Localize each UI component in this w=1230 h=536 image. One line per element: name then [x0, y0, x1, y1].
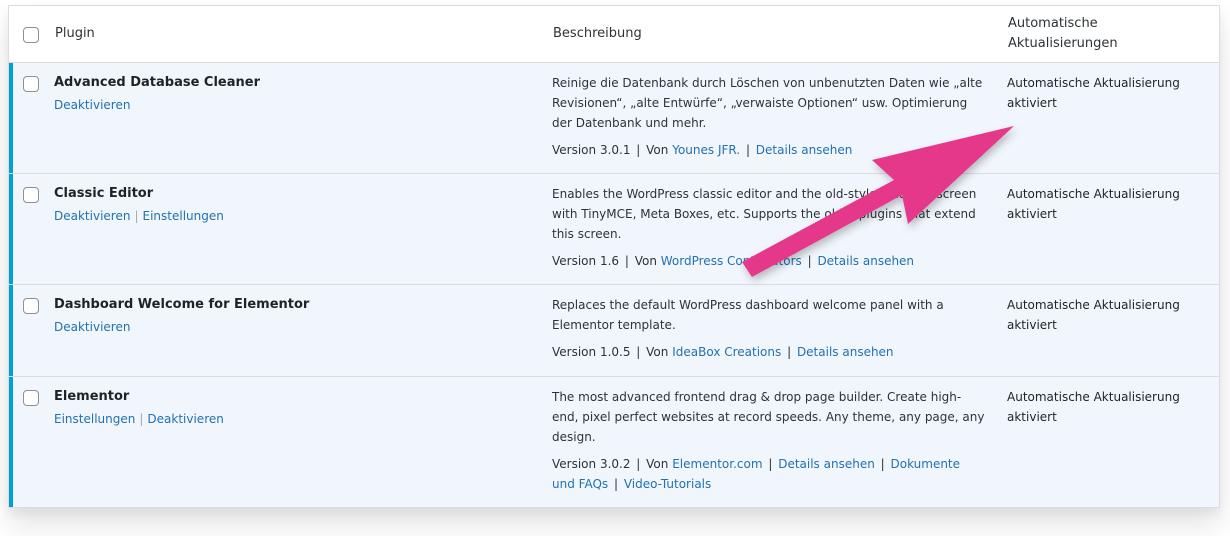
- plugin-meta: Version 3.0.1 | Von Younes JFR. | Detail…: [552, 143, 853, 157]
- plugin-meta: Version 1.6 | Von WordPress Contributors…: [552, 254, 915, 268]
- plugin-description: Reinige die Datenbank durch Löschen von …: [552, 76, 983, 130]
- select-all-checkbox[interactable]: [23, 27, 39, 43]
- plugin-description: The most advanced frontend drag & drop p…: [552, 390, 985, 444]
- plugin-name: Advanced Database Cleaner: [54, 75, 261, 90]
- row-actions: Einstellungen | Deaktivieren: [54, 409, 224, 429]
- auto-update-status-line1: Automatische Aktualisierung: [1007, 187, 1180, 201]
- auto-update-status: Automatische Aktualisierung aktiviert: [1007, 387, 1207, 427]
- details-link[interactable]: Details ansehen: [797, 345, 894, 359]
- plugin-name: Classic Editor: [54, 186, 154, 201]
- author-link[interactable]: IdeaBox Creations: [672, 345, 781, 359]
- plugin-by: Von: [646, 345, 669, 359]
- row-checkbox[interactable]: [23, 390, 39, 406]
- auto-update-status-line2: aktiviert: [1007, 410, 1057, 424]
- plugin-name: Dashboard Welcome for Elementor: [54, 297, 310, 312]
- deactivate-link[interactable]: Deaktivieren: [54, 320, 130, 334]
- action-separator: |: [139, 412, 144, 426]
- plugin-meta: Version 1.0.5 | Von IdeaBox Creations | …: [552, 345, 894, 359]
- row-checkbox[interactable]: [23, 76, 39, 92]
- plugin-description: Replaces the default WordPress dashboard…: [552, 298, 944, 332]
- plugin-version: Version 1.6: [552, 254, 620, 268]
- details-link[interactable]: Details ansehen: [756, 143, 853, 157]
- plugin-version: Version 3.0.1: [552, 143, 631, 157]
- column-header-auto-updates-line2: Aktualisierungen: [1008, 36, 1118, 51]
- row-actions: Deaktivieren | Einstellungen: [54, 206, 224, 226]
- plugin-by: Von: [646, 457, 669, 471]
- plugin-by: Von: [634, 254, 657, 268]
- author-link[interactable]: WordPress Contributors: [661, 254, 802, 268]
- table-row: Dashboard Welcome for Elementor Deaktivi…: [9, 285, 1219, 377]
- plugin-name: Elementor: [54, 389, 130, 404]
- auto-update-status: Automatische Aktualisierung aktiviert: [1007, 73, 1207, 113]
- author-link[interactable]: Elementor.com: [672, 457, 762, 471]
- row-actions: Deaktivieren: [54, 317, 130, 337]
- auto-update-status-line1: Automatische Aktualisierung: [1007, 76, 1180, 90]
- deactivate-link[interactable]: Deaktivieren: [147, 412, 223, 426]
- auto-update-status: Automatische Aktualisierung aktiviert: [1007, 184, 1207, 224]
- auto-update-status-line1: Automatische Aktualisierung: [1007, 298, 1180, 312]
- table-row: Classic Editor Deaktivieren | Einstellunge…: [9, 174, 1219, 285]
- column-header-auto-updates-line1: Automatische: [1008, 16, 1098, 31]
- plugin-description: Enables the WordPress classic editor and…: [552, 187, 977, 241]
- table-row: Advanced Database Cleaner Deaktivieren R…: [9, 63, 1219, 174]
- column-header-description: Beschreibung: [553, 26, 642, 41]
- auto-update-status-line2: aktiviert: [1007, 96, 1057, 110]
- table-header: Plugin Beschreibung Automatische Aktuali…: [9, 6, 1219, 63]
- details-link[interactable]: Details ansehen: [817, 254, 914, 268]
- auto-update-status-line1: Automatische Aktualisierung: [1007, 390, 1180, 404]
- auto-update-status-line2: aktiviert: [1007, 318, 1057, 332]
- action-separator: |: [134, 209, 139, 223]
- author-link[interactable]: Younes JFR.: [672, 143, 740, 157]
- plugin-version: Version 3.0.2: [552, 457, 631, 471]
- table-row: Elementor Einstellungen | Deaktivieren The…: [9, 377, 1219, 507]
- deactivate-link[interactable]: Deaktivieren: [54, 209, 130, 223]
- plugins-table: Plugin Beschreibung Automatische Aktuali…: [8, 5, 1220, 508]
- plugin-version: Version 1.0.5: [552, 345, 631, 359]
- plugin-meta: Version 3.0.2 | Von Elementor.com | Deta…: [552, 457, 961, 491]
- settings-link[interactable]: Einstellungen: [143, 209, 224, 223]
- details-link[interactable]: Details ansehen: [778, 457, 875, 471]
- row-checkbox[interactable]: [23, 298, 39, 314]
- column-header-plugin[interactable]: Plugin: [55, 24, 95, 44]
- row-checkbox[interactable]: [23, 187, 39, 203]
- auto-update-status-line2: aktiviert: [1007, 207, 1057, 221]
- row-actions: Deaktivieren: [54, 95, 130, 115]
- deactivate-link[interactable]: Deaktivieren: [54, 98, 130, 112]
- video-tutorials-link[interactable]: Video-Tutorials: [624, 477, 711, 491]
- auto-update-status: Automatische Aktualisierung aktiviert: [1007, 295, 1207, 335]
- plugin-by: Von: [646, 143, 669, 157]
- settings-link[interactable]: Einstellungen: [54, 412, 135, 426]
